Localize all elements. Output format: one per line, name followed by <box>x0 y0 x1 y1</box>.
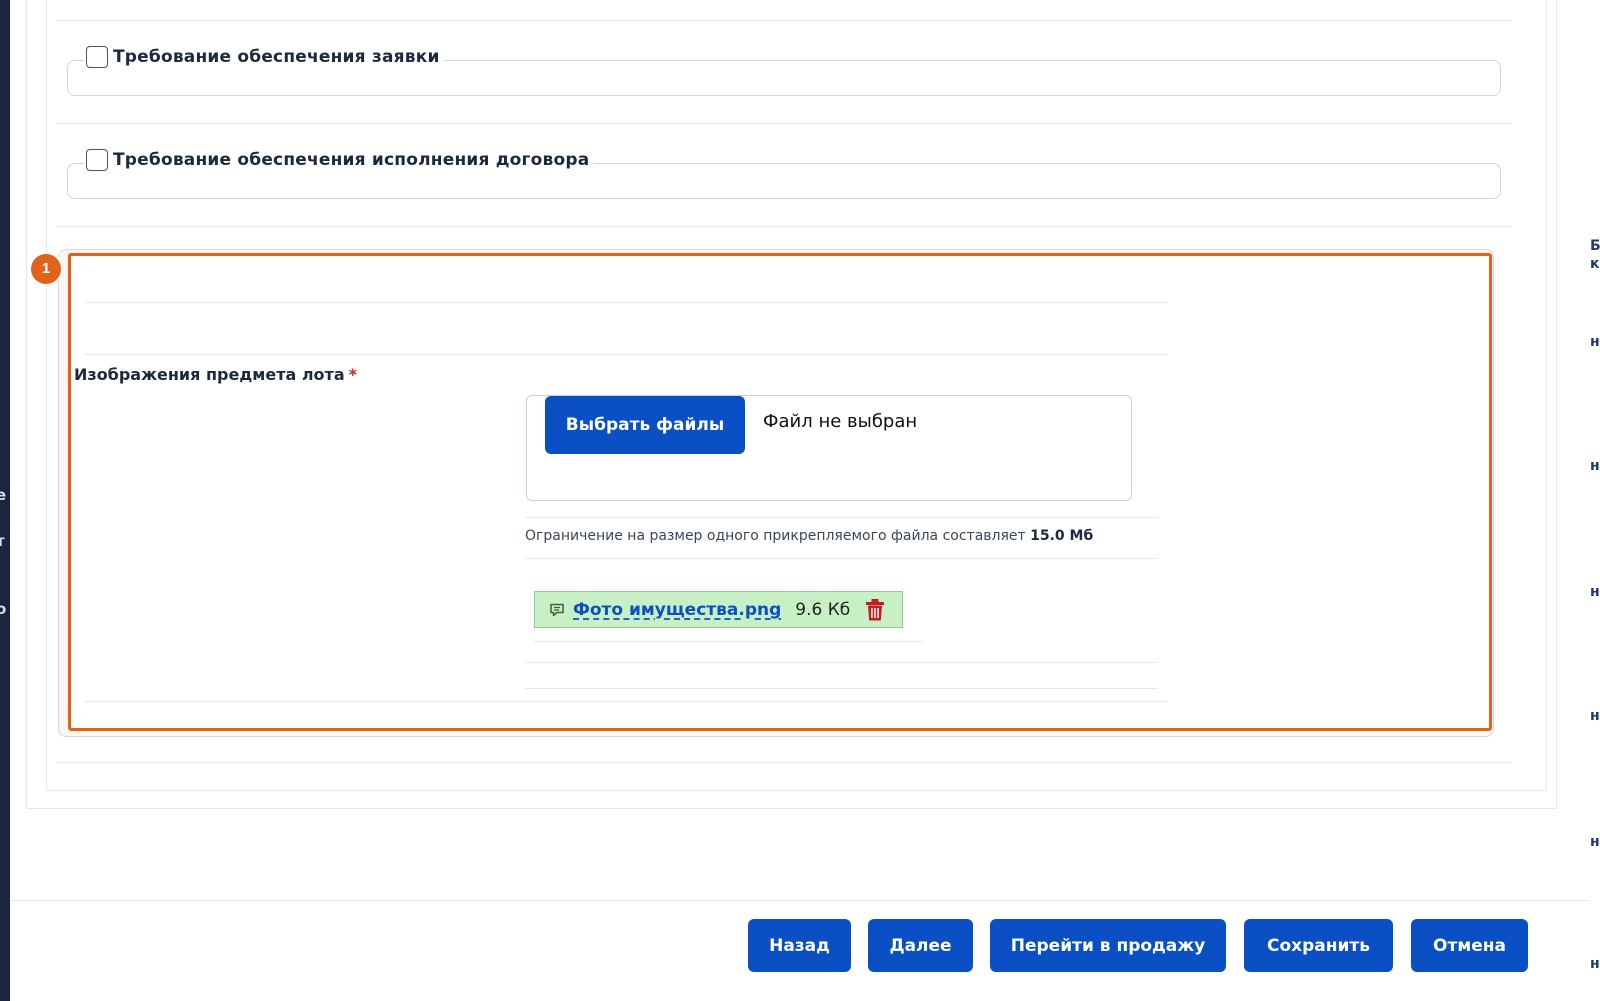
uploaded-file-link[interactable]: Фото имущества.png <box>573 600 781 620</box>
bid-security-checkbox[interactable] <box>86 46 108 68</box>
divider <box>56 20 1512 21</box>
save-button[interactable]: Сохранить <box>1244 919 1393 972</box>
contract-security-label: Требование обеспечения исполнения догово… <box>113 150 590 170</box>
uploaded-file-size: 9.6 Кб <box>795 599 851 620</box>
cancel-button[interactable]: Отмена <box>1411 919 1528 972</box>
divider <box>84 302 1167 303</box>
lot-images-label: Изображения предмета лота * <box>74 365 357 384</box>
required-marker: * <box>348 365 357 384</box>
bid-security-legend: Требование обеспечения заявки <box>84 46 444 68</box>
contract-security-checkbox[interactable] <box>86 149 108 171</box>
file-size-limit-text: Ограничение на размер одного прикрепляем… <box>525 528 1094 544</box>
bid-security-label: Требование обеспечения заявки <box>113 47 440 67</box>
divider <box>56 123 1512 124</box>
choose-files-button[interactable]: Выбрать файлы <box>545 396 745 454</box>
no-file-text: Файл не выбран <box>763 411 918 432</box>
divider <box>525 517 1158 518</box>
go-to-sale-button[interactable]: Перейти в продажу <box>990 919 1226 972</box>
divider <box>56 762 1512 763</box>
left-sidebar-edge: е т о <box>0 0 10 1001</box>
divider <box>84 354 1167 355</box>
contract-security-legend: Требование обеспечения исполнения догово… <box>84 149 594 171</box>
divider <box>525 662 1158 663</box>
right-panel-edge: Б к н н н н н н <box>1589 0 1600 1001</box>
uploaded-file-item: Фото имущества.png 9.6 Кб <box>534 591 903 628</box>
divider <box>84 701 1167 702</box>
file-size-limit-value: 15.0 Мб <box>1030 528 1094 544</box>
callout-badge: 1 <box>31 254 61 284</box>
comment-icon[interactable] <box>549 602 565 618</box>
divider <box>525 688 1158 689</box>
back-button[interactable]: Назад <box>748 919 851 972</box>
next-button[interactable]: Далее <box>868 919 973 972</box>
divider <box>525 558 1158 559</box>
footer-divider <box>10 900 1589 901</box>
trash-icon[interactable] <box>864 598 886 622</box>
divider <box>56 226 1512 227</box>
divider <box>534 641 923 642</box>
